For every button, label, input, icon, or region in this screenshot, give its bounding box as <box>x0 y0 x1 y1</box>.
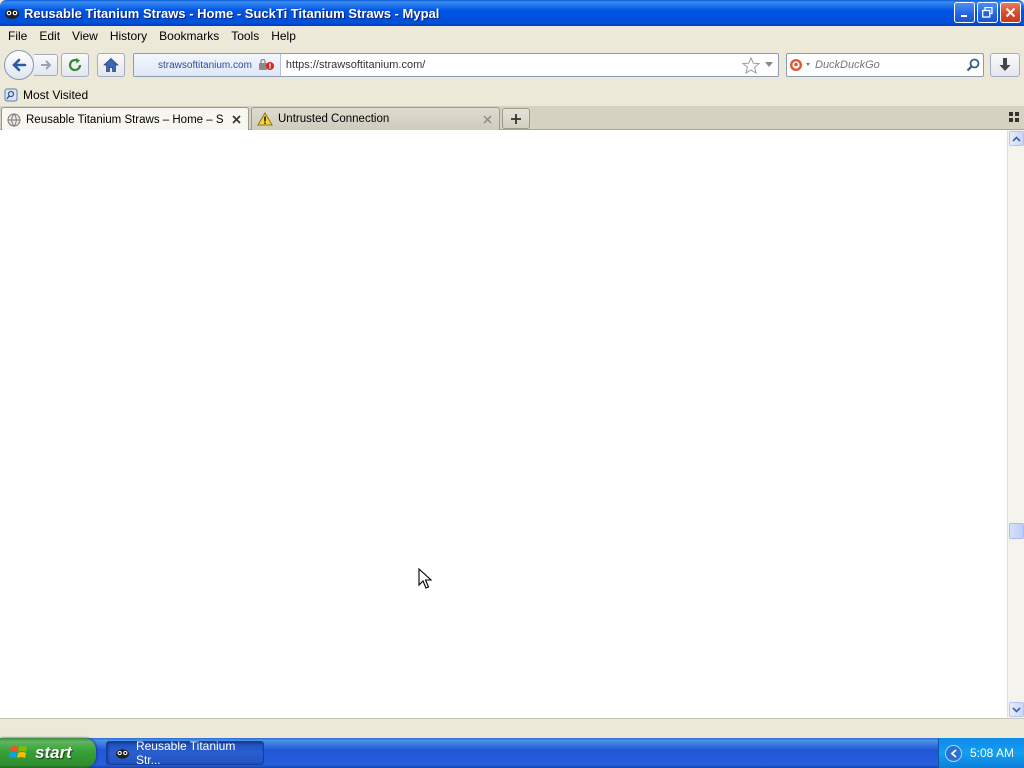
mypal-app-icon <box>5 9 19 19</box>
tab-label: Reusable Titanium Straws – Home – Suck..… <box>26 113 224 126</box>
most-visited-label: Most Visited <box>23 88 89 102</box>
plus-icon <box>511 113 521 124</box>
search-bar[interactable] <box>786 53 984 77</box>
menu-history[interactable]: History <box>104 29 153 43</box>
restore-button[interactable] <box>977 2 998 23</box>
taskbar-window-label: Reusable Titanium Str... <box>135 739 236 767</box>
window-title: Reusable Titanium Straws - Home - SuckTi… <box>24 5 440 21</box>
downloads-button[interactable] <box>990 53 1020 77</box>
home-icon <box>103 58 119 72</box>
scroll-up-button[interactable] <box>1009 131 1024 146</box>
download-arrow-icon <box>999 58 1011 71</box>
magnifier-icon <box>966 58 980 72</box>
status-bar <box>0 718 1024 738</box>
windows-logo-icon <box>9 746 27 758</box>
menu-edit[interactable]: Edit <box>33 29 66 43</box>
close-icon <box>483 115 491 123</box>
menu-file[interactable]: File <box>2 29 33 43</box>
vertical-scrollbar[interactable] <box>1007 130 1024 718</box>
url-dropdown-icon[interactable] <box>764 61 774 69</box>
tab-untrusted-connection[interactable]: Untrusted Connection <box>251 107 500 130</box>
scroll-down-button[interactable] <box>1009 702 1024 717</box>
chevron-left-icon <box>950 748 957 758</box>
broken-lock-icon <box>258 59 274 70</box>
taskbar: start Reusable Titanium Str... 5:08 AM <box>0 738 1024 768</box>
window-titlebar[interactable]: Reusable Titanium Straws - Home - SuckTi… <box>0 0 1024 26</box>
page-content[interactable] <box>0 130 1007 718</box>
bookmarks-toolbar: Most Visited <box>0 84 1024 106</box>
minimize-button[interactable] <box>954 2 975 23</box>
list-all-tabs-button[interactable] <box>1009 111 1019 125</box>
tab-label: Untrusted Connection <box>278 113 390 125</box>
url-text[interactable]: https://strawsoftitanium.com/ <box>286 59 742 71</box>
most-visited-bookmark[interactable]: Most Visited <box>4 88 88 102</box>
close-button[interactable] <box>1000 2 1021 23</box>
site-identity-label: strawsoftitanium.com <box>158 59 252 71</box>
new-tab-button[interactable] <box>502 108 530 129</box>
site-identity-button[interactable]: strawsoftitanium.com <box>134 54 281 76</box>
minimize-icon <box>960 14 967 17</box>
tab-close-button[interactable] <box>229 113 243 127</box>
menu-bookmarks[interactable]: Bookmarks <box>153 29 225 43</box>
tab-reusable-titanium-straws[interactable]: Reusable Titanium Straws – Home – Suck..… <box>1 107 249 131</box>
search-go-button[interactable] <box>963 58 983 72</box>
grid-icon <box>1009 112 1019 122</box>
restore-icon <box>982 7 993 18</box>
menu-tools[interactable]: Tools <box>225 29 265 43</box>
menu-bar: File Edit View History Bookmarks Tools H… <box>0 26 1024 46</box>
mypal-app-icon <box>115 749 130 759</box>
reload-icon <box>68 58 82 72</box>
bookmark-star-icon[interactable] <box>742 56 760 74</box>
back-arrow-icon <box>12 58 27 72</box>
reload-button[interactable] <box>61 53 89 77</box>
navigation-toolbar: strawsoftitanium.com https://strawsoftit… <box>0 46 1024 84</box>
duckduckgo-icon <box>790 59 810 71</box>
chevron-up-icon <box>1012 135 1021 142</box>
tab-close-button[interactable] <box>480 112 494 126</box>
show-hidden-icons-button[interactable] <box>945 744 962 762</box>
taskbar-window-button[interactable]: Reusable Titanium Str... <box>106 739 264 767</box>
menu-help[interactable]: Help <box>265 29 302 43</box>
url-bar[interactable]: strawsoftitanium.com https://strawsoftit… <box>133 53 779 77</box>
search-engine-button[interactable] <box>787 54 815 76</box>
forward-button[interactable] <box>34 54 58 76</box>
mouse-cursor-icon <box>418 568 432 589</box>
chevron-down-icon <box>1012 706 1021 713</box>
start-button[interactable]: start <box>0 738 96 768</box>
menu-view[interactable]: View <box>66 29 104 43</box>
search-input[interactable] <box>815 59 963 71</box>
close-icon <box>1005 7 1016 18</box>
warning-icon <box>257 112 273 126</box>
close-icon <box>231 115 241 124</box>
back-button[interactable] <box>4 50 34 80</box>
globe-icon <box>7 113 21 126</box>
forward-arrow-icon <box>40 60 51 70</box>
smart-bookmark-icon <box>4 88 18 102</box>
start-label: start <box>35 743 72 762</box>
clock[interactable]: 5:08 AM <box>970 746 1014 760</box>
tab-strip: Reusable Titanium Straws – Home – Suck..… <box>0 106 1024 131</box>
system-tray: 5:08 AM <box>938 738 1024 768</box>
scroll-thumb[interactable] <box>1009 523 1024 539</box>
home-button[interactable] <box>97 53 125 77</box>
